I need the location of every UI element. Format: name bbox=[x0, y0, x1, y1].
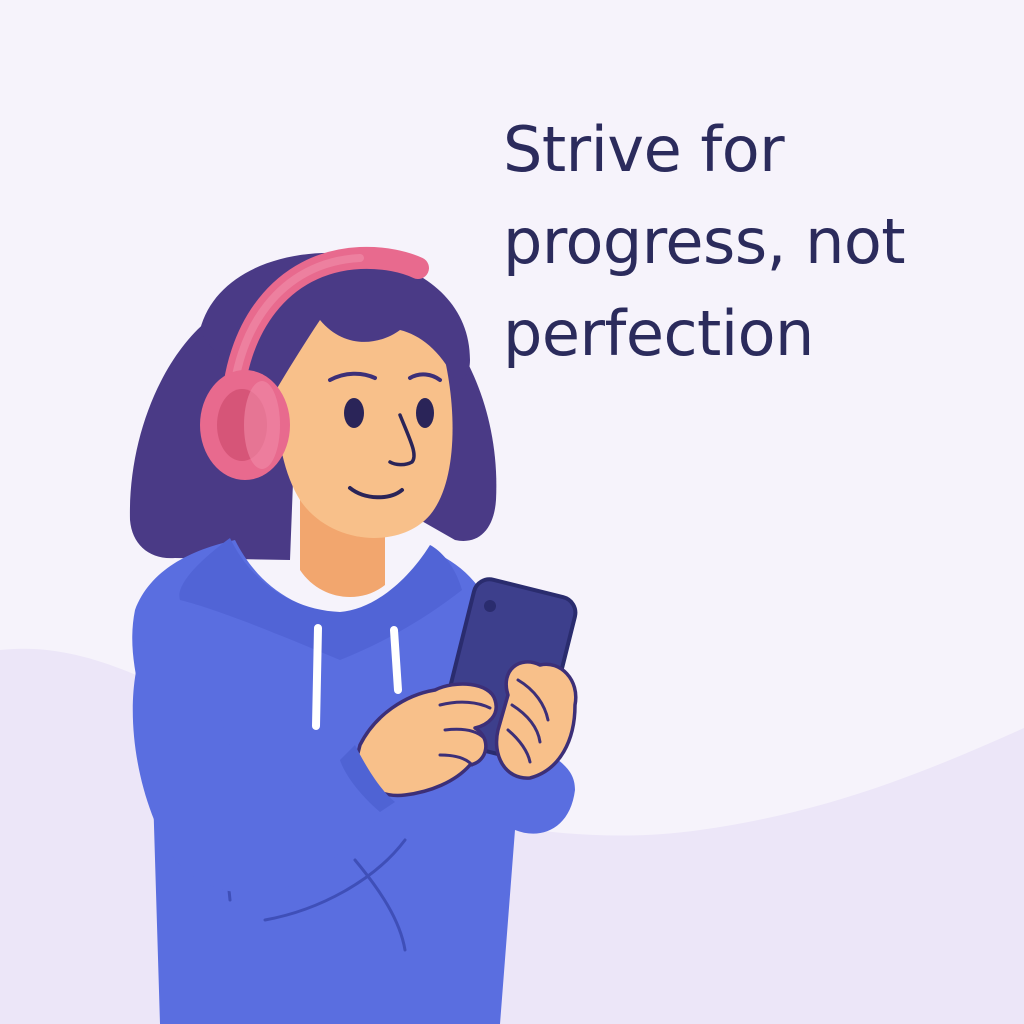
left-eye bbox=[344, 398, 364, 428]
quote-line-1: Strive for bbox=[503, 113, 785, 186]
drawstring-left bbox=[312, 624, 322, 730]
quote-line-3: perfection bbox=[503, 297, 814, 370]
quote-line-2: progress, not bbox=[503, 205, 906, 278]
drawstring-right bbox=[390, 626, 402, 694]
quote-text: Strive for progress, not perfection bbox=[503, 104, 983, 380]
right-hand bbox=[494, 660, 578, 780]
quote-card: Strive for progress, not perfection bbox=[0, 0, 1024, 1024]
right-eye bbox=[416, 398, 434, 428]
